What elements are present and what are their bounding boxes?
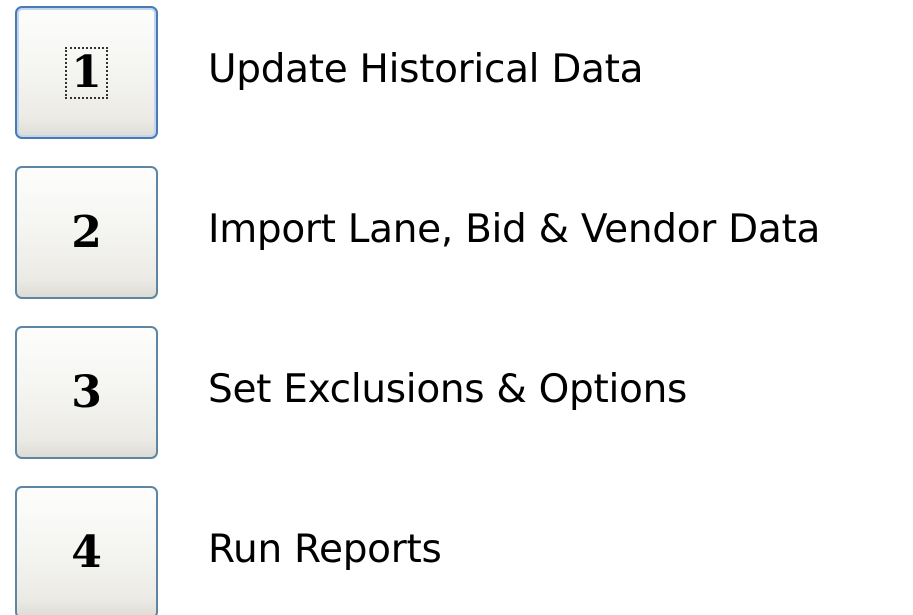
step-3-label: Set Exclusions & Options xyxy=(208,367,688,412)
step-row-update-historical-data: 1 Update Historical Data xyxy=(0,6,913,141)
step-4-label: Run Reports xyxy=(208,527,442,572)
step-2-button[interactable]: 2 xyxy=(15,166,158,299)
step-3-button[interactable]: 3 xyxy=(15,326,158,459)
step-2-number: 2 xyxy=(71,206,102,258)
step-3-number: 3 xyxy=(71,366,102,418)
step-list: 1 Update Historical Data 2 Import Lane, … xyxy=(0,0,913,615)
step-1-label: Update Historical Data xyxy=(208,47,644,92)
step-row-run-reports: 4 Run Reports xyxy=(0,486,913,615)
step-4-button[interactable]: 4 xyxy=(15,486,158,615)
step-2-label: Import Lane, Bid & Vendor Data xyxy=(208,207,821,252)
step-1-button[interactable]: 1 xyxy=(15,6,158,139)
step-4-number: 4 xyxy=(71,526,102,578)
step-row-import-data: 2 Import Lane, Bid & Vendor Data xyxy=(0,166,913,301)
step-row-set-exclusions: 3 Set Exclusions & Options xyxy=(0,326,913,461)
step-1-number: 1 xyxy=(65,46,108,99)
